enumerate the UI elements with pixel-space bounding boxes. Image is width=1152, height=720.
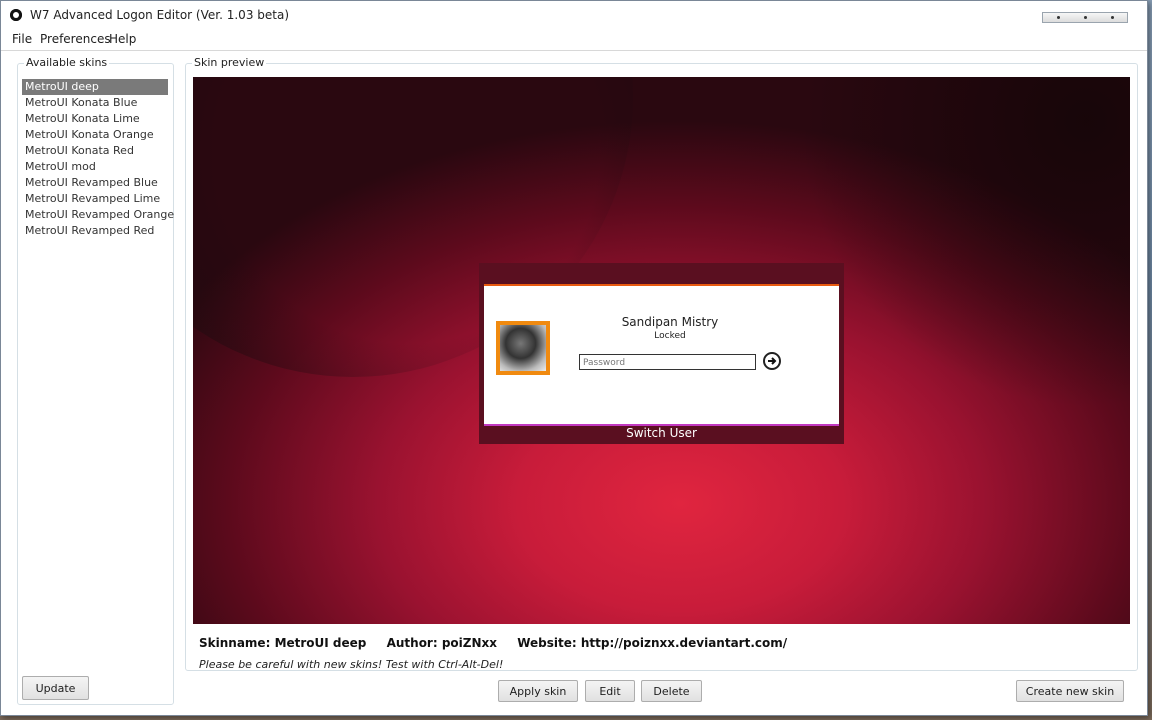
password-field: Password bbox=[579, 354, 756, 370]
skin-list-item[interactable]: MetroUI Revamped Orange bbox=[22, 207, 174, 223]
switch-user-label: Switch User bbox=[626, 426, 697, 440]
arrow-right-icon bbox=[763, 352, 781, 370]
app-icon bbox=[10, 9, 22, 21]
website-label: Website: bbox=[517, 636, 577, 650]
delete-button[interactable]: Delete bbox=[641, 680, 702, 702]
update-button[interactable]: Update bbox=[22, 676, 89, 700]
skinname-label: Skinname: bbox=[199, 636, 271, 650]
author-label: Author: bbox=[386, 636, 438, 650]
window-controls[interactable] bbox=[1042, 12, 1128, 23]
skin-list[interactable]: MetroUI deep MetroUI Konata Blue MetroUI… bbox=[22, 79, 174, 239]
warning-text: Please be careful with new skins! Test w… bbox=[199, 658, 504, 671]
close-icon[interactable] bbox=[1111, 16, 1114, 19]
skin-list-item[interactable]: MetroUI Konata Orange bbox=[22, 127, 168, 143]
author-value: poiZNxx bbox=[441, 636, 498, 650]
edit-button[interactable]: Edit bbox=[585, 680, 635, 702]
skin-preview-title: Skin preview bbox=[192, 56, 267, 69]
app-window: W7 Advanced Logon Editor (Ver. 1.03 beta… bbox=[0, 0, 1148, 716]
logon-status: Locked bbox=[654, 331, 686, 341]
skin-list-item[interactable]: MetroUI Konata Blue bbox=[22, 95, 168, 111]
skin-list-item[interactable]: MetroUI Konata Red bbox=[22, 143, 168, 159]
menu-preferences[interactable]: Preferences bbox=[40, 32, 111, 46]
skin-info-line: Skinname: MetroUI deep Author: poiZNxx W… bbox=[199, 636, 787, 650]
available-skins-group: Available skins MetroUI deep MetroUI Kon… bbox=[17, 56, 174, 705]
logon-frame: Sandipan Mistry Locked Password Switch U… bbox=[479, 263, 844, 444]
logon-card: Sandipan Mistry Locked Password bbox=[484, 284, 839, 426]
user-avatar bbox=[496, 321, 550, 375]
create-new-skin-button[interactable]: Create new skin bbox=[1016, 680, 1124, 702]
available-skins-title: Available skins bbox=[24, 56, 110, 69]
skin-preview-canvas: Sandipan Mistry Locked Password Switch U… bbox=[193, 77, 1130, 624]
menu-bar: File Preferences Help bbox=[1, 30, 1147, 51]
menu-help[interactable]: Help bbox=[109, 32, 136, 46]
skin-list-item[interactable]: MetroUI deep bbox=[22, 79, 168, 95]
skin-preview-group: Skin preview Sandipan Mistry Locked Pass… bbox=[185, 56, 1138, 671]
logon-username: Sandipan Mistry bbox=[621, 315, 719, 329]
skin-list-item[interactable]: MetroUI Revamped Red bbox=[22, 223, 168, 239]
menu-file[interactable]: File bbox=[12, 32, 32, 46]
title-bar: W7 Advanced Logon Editor (Ver. 1.03 beta… bbox=[1, 1, 1147, 29]
skin-list-item[interactable]: MetroUI Revamped Lime bbox=[22, 191, 168, 207]
skin-list-item[interactable]: MetroUI mod bbox=[22, 159, 168, 175]
apply-skin-button[interactable]: Apply skin bbox=[498, 680, 578, 702]
website-value: http://poiznxx.deviantart.com/ bbox=[580, 636, 788, 650]
skinname-value: MetroUI deep bbox=[274, 636, 367, 650]
skin-list-item[interactable]: MetroUI Revamped Blue bbox=[22, 175, 168, 191]
minimize-icon[interactable] bbox=[1057, 16, 1060, 19]
maximize-icon[interactable] bbox=[1084, 16, 1087, 19]
skin-list-item[interactable]: MetroUI Konata Lime bbox=[22, 111, 168, 127]
window-title: W7 Advanced Logon Editor (Ver. 1.03 beta… bbox=[30, 8, 290, 22]
